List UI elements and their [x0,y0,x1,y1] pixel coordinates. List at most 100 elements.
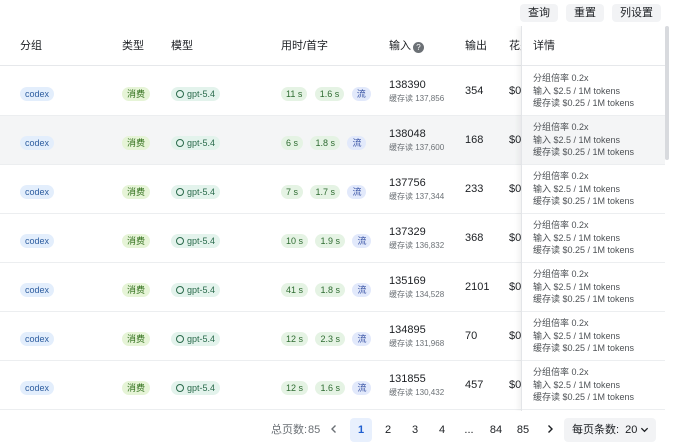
vertical-scrollbar[interactable] [665,26,669,160]
group-tag: codex [20,332,55,346]
detail-cell: 分组倍率 0.2x 输入 $2.5 / 1M tokens 缓存读 $0.25 … [522,312,665,361]
total-pages-value: 85 [308,424,321,436]
page-button[interactable]: 3 [404,418,426,442]
cache-read-price: 缓存读 $0.25 / 1M tokens [533,147,635,157]
input-price: 输入 $2.5 / 1M tokens [533,379,621,390]
group-ratio: 分组倍率 0.2x [533,122,589,132]
cost-value: $0 [509,232,522,244]
type-tag: 消费 [122,185,151,199]
col-output[interactable]: 输出 [465,26,487,66]
input-price: 输入 $2.5 / 1M tokens [533,281,621,292]
openai-icon [176,139,184,147]
page-size-label: 每页条数: [572,424,620,436]
first-token-tag: 1.8 s [315,283,345,297]
cache-read-price: 缓存读 $0.25 / 1M tokens [533,343,635,353]
page-size-value: 20 [625,424,638,436]
model-name: gpt-5.4 [187,334,216,344]
cache-read-tokens: 缓存读 137,600 [389,143,445,152]
duration-tag: 12 s [281,381,309,395]
col-input-label: 输入 [389,40,411,52]
openai-icon [176,237,184,245]
model-tag: gpt-5.4 [171,283,221,297]
stream-tag: 流 [352,332,372,346]
input-tokens: 137329 [389,226,426,238]
duration-tag: 12 s [281,332,309,346]
model-tag: gpt-5.4 [171,136,221,150]
output-tokens: 457 [465,379,484,391]
type-tag: 消费 [122,332,151,346]
cache-read-price: 缓存读 $0.25 / 1M tokens [533,98,635,108]
chevron-right-icon[interactable] [543,418,557,442]
cache-read-price: 缓存读 $0.25 / 1M tokens [533,392,635,402]
openai-icon [176,335,184,343]
input-price: 输入 $2.5 / 1M tokens [533,232,621,243]
first-token-tag: 1.6 s [314,87,345,101]
chevron-down-icon [640,418,649,442]
group-tag: codex [20,87,55,101]
stream-tag: 流 [347,136,367,150]
group-ratio: 分组倍率 0.2x [533,73,589,83]
cache-read-price: 缓存读 $0.25 / 1M tokens [533,196,635,206]
openai-icon [176,188,184,196]
group-ratio: 分组倍率 0.2x [533,318,589,328]
detail-cell: 分组倍率 0.2x 输入 $2.5 / 1M tokens 缓存读 $0.25 … [522,214,665,263]
col-time[interactable]: 用时/首字 [281,26,328,66]
duration-tag: 7 s [281,185,304,199]
query-button[interactable]: 查询 [520,4,558,22]
page-button[interactable]: 85 [512,418,534,442]
cache-read-tokens: 缓存读 134,528 [389,290,445,299]
output-tokens: 354 [465,85,484,97]
usage-log-table: 分组 类型 模型 用时/首字 输入? 输出 花费 codex 消费 gpt-5.… [0,26,665,411]
duration-tag: 11 s [281,87,308,101]
page-button[interactable]: 84 [485,418,507,442]
group-ratio: 分组倍率 0.2x [533,171,589,181]
col-detail: 详情 [522,26,665,66]
col-model[interactable]: 模型 [171,26,193,66]
model-name: gpt-5.4 [187,236,216,246]
group-tag: codex [20,234,55,248]
type-tag: 消费 [122,381,151,395]
page-ellipsis[interactable]: ... [458,418,480,442]
model-name: gpt-5.4 [187,383,216,393]
input-tokens: 137756 [389,177,426,189]
group-tag: codex [20,283,55,297]
output-tokens: 233 [465,183,484,195]
column-settings-button[interactable]: 列设置 [612,4,661,22]
help-icon[interactable]: ? [413,42,424,53]
col-input[interactable]: 输入? [389,26,424,66]
detail-cell: 分组倍率 0.2x 输入 $2.5 / 1M tokens 缓存读 $0.25 … [522,165,665,214]
input-tokens: 138048 [389,128,426,140]
chevron-left-icon[interactable] [327,418,341,442]
page-button[interactable]: 1 [350,418,372,442]
col-group[interactable]: 分组 [20,26,42,66]
page-button[interactable]: 2 [377,418,399,442]
col-type[interactable]: 类型 [122,26,144,66]
output-tokens: 2101 [465,281,490,293]
cache-read-tokens: 缓存读 137,856 [389,94,445,103]
cost-value: $0 [509,330,522,342]
group-tag: codex [20,185,55,199]
model-tag: gpt-5.4 [171,87,221,101]
page-size-select[interactable]: 每页条数: 20 [564,418,656,442]
stream-tag: 流 [352,381,372,395]
pagination: 总页数: 85 1 2 3 4... 84 85 每页条数: 20 [0,418,690,442]
model-tag: gpt-5.4 [171,381,221,395]
page-button[interactable]: 4 [431,418,453,442]
group-tag: codex [20,381,55,395]
detail-cell: 分组倍率 0.2x 输入 $2.5 / 1M tokens 缓存读 $0.25 … [522,263,665,312]
cost-value: $0 [509,85,522,97]
model-name: gpt-5.4 [187,187,216,197]
cost-value: $0 [509,379,522,391]
output-tokens: 168 [465,134,484,146]
duration-tag: 10 s [281,234,309,248]
model-name: gpt-5.4 [187,89,216,99]
stream-tag: 流 [347,185,367,199]
group-ratio: 分组倍率 0.2x [533,269,589,279]
model-tag: gpt-5.4 [171,234,221,248]
input-tokens: 135169 [389,275,426,287]
reset-button[interactable]: 重置 [566,4,604,22]
stream-tag: 流 [352,234,372,248]
cache-read-price: 缓存读 $0.25 / 1M tokens [533,294,635,304]
total-pages-label: 总页数: [271,424,308,436]
detail-cell: 分组倍率 0.2x 输入 $2.5 / 1M tokens 缓存读 $0.25 … [522,116,665,165]
